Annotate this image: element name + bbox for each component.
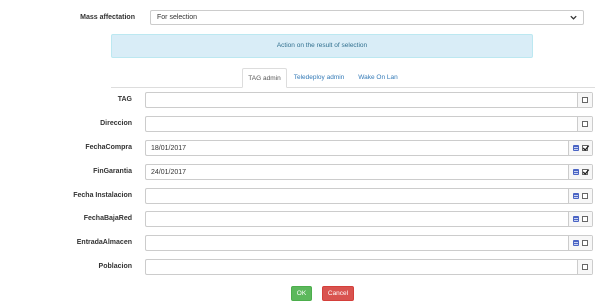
apply-checkbox[interactable]: [582, 121, 588, 127]
field-label-fechacompra: FechaCompra: [85, 144, 132, 151]
field-input-fechabajared[interactable]: [145, 211, 593, 227]
field-input-entradaalmacen[interactable]: [145, 235, 593, 251]
field-label-entradaalmacen: EntradaAlmacen: [76, 239, 132, 246]
calendar-icon[interactable]: [573, 145, 579, 151]
chevron-down-icon: [570, 15, 577, 20]
mass-affectation-label: Mass affectation: [80, 14, 135, 21]
field-label-fecha-instalacion: Fecha Instalacion: [73, 192, 132, 199]
field-label-fingarantia: FinGarantia: [93, 168, 132, 175]
field-input-poblacion[interactable]: [145, 259, 593, 275]
apply-checkbox[interactable]: [582, 145, 590, 151]
calendar-icon[interactable]: [573, 169, 579, 175]
field-input-direccion[interactable]: [145, 116, 593, 132]
field-input-fecha-instalacion[interactable]: [145, 188, 593, 204]
field-addon: [577, 260, 592, 274]
calendar-icon[interactable]: [573, 216, 579, 222]
field-addon: [568, 189, 592, 203]
apply-checkbox[interactable]: [582, 240, 588, 246]
checkmark-icon: [582, 169, 590, 175]
field-label-direccion: Direccion: [100, 120, 132, 127]
field-addon: [568, 236, 592, 250]
field-input-fingarantia[interactable]: 24/01/2017: [145, 164, 593, 180]
tab-wake-on-lan[interactable]: Wake On Lan: [352, 68, 404, 88]
field-label-tag: TAG: [117, 96, 132, 103]
field-addon: [577, 117, 592, 131]
field-addon: [568, 212, 592, 226]
mass-affectation-selected: For selection: [157, 14, 198, 21]
apply-checkbox[interactable]: [582, 193, 588, 199]
selection-info-banner: Action on the result of selection: [111, 34, 533, 58]
tab-tag-admin[interactable]: TAG admin: [242, 68, 287, 88]
mass-affectation-select[interactable]: For selection: [150, 10, 584, 25]
field-addon: [568, 141, 592, 155]
field-input-tag[interactable]: [145, 92, 593, 108]
field-value: 24/01/2017: [151, 169, 187, 176]
apply-checkbox[interactable]: [582, 169, 590, 175]
cancel-button[interactable]: Cancel: [322, 286, 354, 301]
checkmark-icon: [582, 145, 590, 151]
field-input-fechacompra[interactable]: 18/01/2017: [145, 140, 593, 156]
field-label-fechabajared: FechaBajaRed: [83, 215, 132, 222]
tab-teledeploy-admin[interactable]: Teledeploy admin: [290, 68, 348, 88]
calendar-icon[interactable]: [573, 193, 579, 199]
apply-checkbox[interactable]: [582, 216, 588, 222]
calendar-icon[interactable]: [573, 240, 579, 246]
ok-button[interactable]: OK: [291, 286, 312, 301]
apply-checkbox[interactable]: [582, 97, 588, 103]
apply-checkbox[interactable]: [582, 264, 588, 270]
field-label-poblacion: Poblacion: [98, 263, 132, 270]
field-addon: [568, 165, 592, 179]
field-addon: [577, 93, 592, 107]
field-value: 18/01/2017: [151, 145, 187, 152]
